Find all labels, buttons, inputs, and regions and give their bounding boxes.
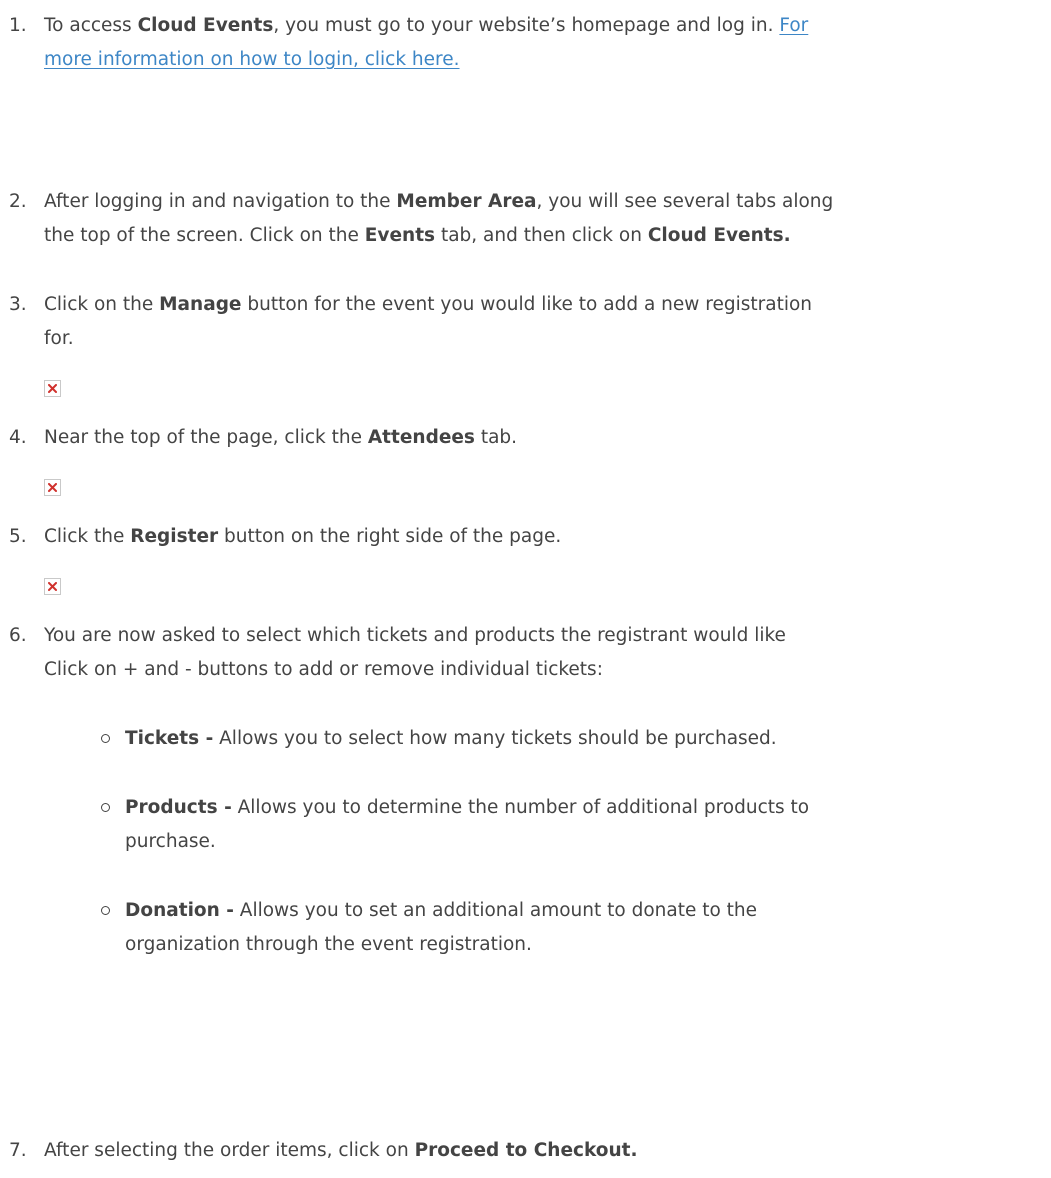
bold-term: Products - xyxy=(125,797,232,818)
step-text: Click the Register button on the right s… xyxy=(44,526,562,547)
bold-term: Events xyxy=(364,225,436,246)
login-help-link[interactable]: For xyxy=(779,15,808,36)
step-number: 5. xyxy=(9,526,27,547)
login-help-link-continued[interactable]: more information on how to login, click … xyxy=(44,49,460,70)
bold-term: Manage xyxy=(159,294,242,315)
bold-term: Proceed to Checkout. xyxy=(414,1140,638,1161)
step-text: You are now asked to select which ticket… xyxy=(44,625,786,680)
bold-term: Tickets - xyxy=(125,728,214,749)
bold-term: Member Area xyxy=(396,191,537,212)
step-number: 2. xyxy=(9,191,27,212)
broken-image-icon xyxy=(44,380,61,397)
broken-image-icon xyxy=(44,479,61,496)
bold-term: Attendees xyxy=(367,427,475,448)
step-number: 4. xyxy=(9,427,27,448)
step-text: To access Cloud Events, you must go to y… xyxy=(44,15,809,70)
step-text: Click on the Manage button for the event… xyxy=(44,294,813,349)
bullet-icon xyxy=(101,803,110,812)
broken-image-icon xyxy=(44,578,61,595)
bold-term: Donation - xyxy=(125,900,234,921)
step-text: After logging in and navigation to the M… xyxy=(44,191,834,246)
step-number: 1. xyxy=(9,15,27,36)
step-number: 7. xyxy=(9,1140,27,1161)
bullet-icon xyxy=(101,906,110,915)
step-number: 3. xyxy=(9,294,27,315)
bullet-icon xyxy=(101,734,110,743)
bold-term: Cloud Events xyxy=(137,15,274,36)
step-text: Near the top of the page, click the Atte… xyxy=(44,427,518,448)
step-text: After selecting the order items, click o… xyxy=(44,1140,638,1161)
bold-term: Cloud Events. xyxy=(647,225,791,246)
bold-term: Register xyxy=(130,526,219,547)
step-number: 6. xyxy=(9,625,27,646)
